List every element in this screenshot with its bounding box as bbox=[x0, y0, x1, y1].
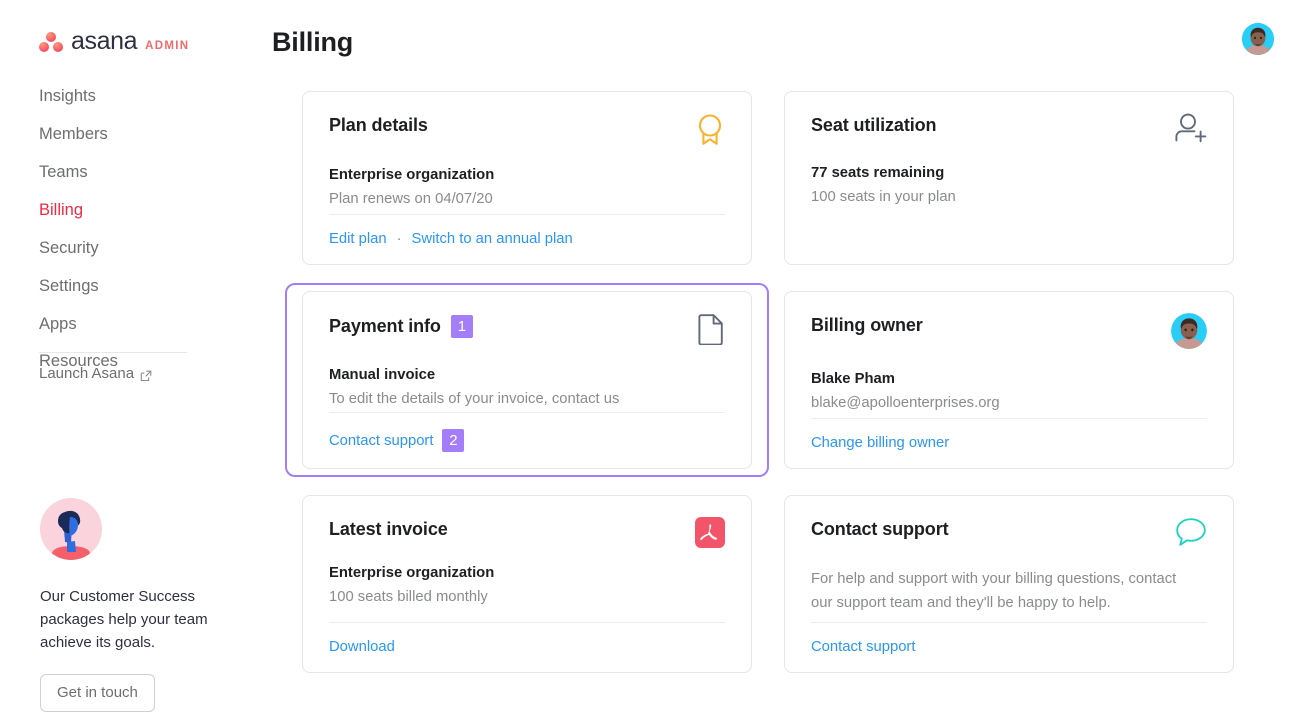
switch-annual-plan-link[interactable]: Switch to an annual plan bbox=[412, 231, 573, 247]
sidebar-divider bbox=[39, 352, 187, 353]
billing-cards-grid: Plan details Enterprise organization Pla… bbox=[285, 91, 1238, 673]
card-footer: Contact support bbox=[811, 622, 1207, 672]
billing-owner-cell: Billing owner Blake Pham blake@apolloent… bbox=[784, 291, 1234, 469]
invoice-seats: 100 seats billed monthly bbox=[329, 589, 488, 606]
download-invoice-link[interactable]: Download bbox=[329, 639, 395, 655]
card-title: Seat utilization bbox=[811, 115, 937, 135]
sidebar-nav: Insights Members Teams Billing Security … bbox=[0, 78, 272, 381]
billing-owner-name: Blake Pham bbox=[811, 371, 895, 387]
card-title: Latest invoice bbox=[329, 519, 448, 539]
contact-support-card: Contact support For help and support wit… bbox=[784, 495, 1234, 673]
contact-support-cell: Contact support For help and support wit… bbox=[784, 495, 1234, 673]
link-separator: · bbox=[396, 231, 402, 247]
sidebar-item-members[interactable]: Members bbox=[0, 116, 272, 154]
launch-asana-link[interactable]: Launch Asana bbox=[39, 365, 152, 382]
pdf-file-icon bbox=[695, 517, 725, 548]
contact-support-link[interactable]: Contact support bbox=[811, 639, 915, 655]
asana-dots-logo bbox=[39, 31, 63, 53]
user-avatar bbox=[1171, 313, 1207, 354]
latest-invoice-cell: Latest invoice Enterprise organization 1… bbox=[302, 495, 752, 673]
card-title-text: Payment info bbox=[329, 316, 441, 336]
award-ribbon-icon bbox=[695, 113, 725, 150]
promo-text: Our Customer Success packages help your … bbox=[40, 588, 208, 651]
plan-details-card: Plan details Enterprise organization Pla… bbox=[302, 91, 752, 265]
card-title: Payment info 1 bbox=[329, 315, 473, 338]
sidebar-item-settings[interactable]: Settings bbox=[0, 268, 272, 306]
plan-renewal-date: Plan renews on 04/07/20 bbox=[329, 191, 493, 208]
billing-admin-page: asana ADMIN Insights Members Teams Billi… bbox=[0, 0, 1300, 728]
latest-invoice-card: Latest invoice Enterprise organization 1… bbox=[302, 495, 752, 673]
card-body: Enterprise organization 100 seats billed… bbox=[329, 562, 725, 610]
card-body: Blake Pham blake@apolloenterprises.org bbox=[811, 368, 1207, 416]
change-billing-owner-link[interactable]: Change billing owner bbox=[811, 435, 949, 451]
sidebar-item-insights[interactable]: Insights bbox=[0, 78, 272, 116]
annotation-badge-1: 1 bbox=[450, 315, 473, 338]
payment-info-note: To edit the details of your invoice, con… bbox=[329, 391, 620, 408]
sidebar-item-apps[interactable]: Apps bbox=[0, 306, 272, 344]
card-header: Contact support bbox=[811, 517, 1207, 552]
card-body: For help and support with your billing q… bbox=[811, 566, 1207, 616]
card-header: Billing owner bbox=[811, 313, 1207, 354]
payment-info-card: Payment info 1 Manual invoice To edit th… bbox=[302, 291, 752, 469]
payment-method: Manual invoice bbox=[329, 367, 436, 383]
sidebar-item-billing[interactable]: Billing bbox=[0, 192, 272, 230]
brand-wordmark: asana bbox=[71, 27, 138, 55]
card-title: Plan details bbox=[329, 115, 428, 135]
contact-support-link[interactable]: Contact support bbox=[329, 433, 433, 449]
billing-owner-email: blake@apolloenterprises.org bbox=[811, 395, 1000, 412]
invoice-plan: Enterprise organization bbox=[329, 565, 495, 581]
card-header: Payment info 1 bbox=[329, 313, 725, 350]
seats-remaining: 77 seats remaining bbox=[811, 165, 945, 181]
card-header: Latest invoice bbox=[329, 517, 725, 548]
chat-bubble-icon bbox=[1175, 517, 1207, 552]
seat-utilization-cell: Seat utilization 77 seats remaining 100 … bbox=[784, 91, 1234, 265]
card-footer: Edit plan · Switch to an annual plan bbox=[329, 214, 725, 264]
card-footer: Download bbox=[329, 622, 725, 672]
card-body: Enterprise organization Plan renews on 0… bbox=[329, 164, 725, 212]
sidebar-item-teams[interactable]: Teams bbox=[0, 154, 272, 192]
card-footer: Contact support 2 bbox=[329, 412, 725, 469]
annotation-badge-2: 2 bbox=[442, 429, 465, 453]
seats-in-plan: 100 seats in your plan bbox=[811, 189, 956, 206]
plan-name: Enterprise organization bbox=[329, 167, 495, 183]
edit-plan-link[interactable]: Edit plan bbox=[329, 231, 387, 247]
get-in-touch-button[interactable]: Get in touch bbox=[40, 674, 155, 713]
billing-owner-card: Billing owner Blake Pham blake@apolloent… bbox=[784, 291, 1234, 469]
sidebar-item-security[interactable]: Security bbox=[0, 230, 272, 268]
page-title: Billing bbox=[272, 27, 354, 57]
brand[interactable]: asana ADMIN bbox=[39, 29, 189, 54]
external-link-icon bbox=[140, 369, 152, 381]
document-icon bbox=[698, 313, 725, 350]
brand-admin-label: ADMIN bbox=[145, 39, 190, 52]
card-body: 77 seats remaining 100 seats in your pla… bbox=[811, 162, 1207, 210]
card-header: Seat utilization bbox=[811, 113, 1207, 148]
card-title: Billing owner bbox=[811, 315, 923, 335]
customer-success-promo: Our Customer Success packages help your … bbox=[40, 498, 240, 713]
avatar[interactable] bbox=[1242, 23, 1274, 55]
payment-info-cell: Payment info 1 Manual invoice To edit th… bbox=[285, 283, 769, 477]
card-title: Contact support bbox=[811, 519, 949, 539]
person-add-icon bbox=[1173, 113, 1207, 148]
seat-utilization-card: Seat utilization 77 seats remaining 100 … bbox=[784, 91, 1234, 265]
launch-asana-label: Launch Asana bbox=[39, 365, 135, 382]
contact-support-description: For help and support with your billing q… bbox=[811, 571, 1177, 611]
card-header: Plan details bbox=[329, 113, 725, 150]
customer-success-avatar-illustration bbox=[40, 498, 102, 560]
card-body: Manual invoice To edit the details of yo… bbox=[329, 364, 725, 412]
sidebar: asana ADMIN Insights Members Teams Billi… bbox=[0, 0, 272, 728]
plan-details-cell: Plan details Enterprise organization Pla… bbox=[302, 91, 752, 265]
card-footer: Change billing owner bbox=[811, 418, 1207, 468]
